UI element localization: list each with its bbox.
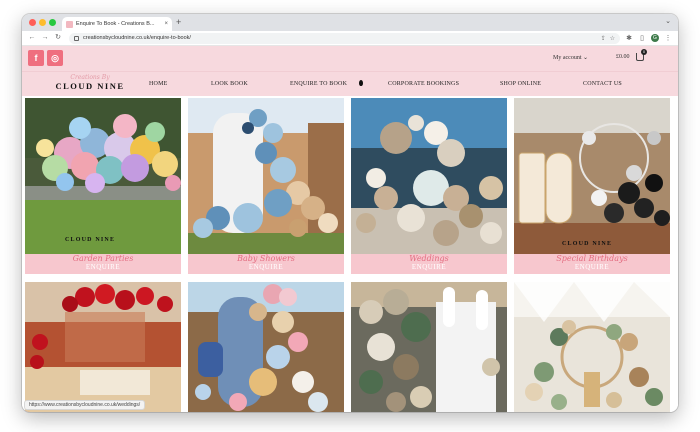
browser-tab[interactable]: Enquire To Book - Creations B... × <box>62 17 172 31</box>
nav-look-book[interactable]: LOOK BOOK <box>211 81 248 87</box>
lock-icon[interactable] <box>74 35 79 41</box>
enquire-link[interactable]: ENQUIRE <box>188 263 344 271</box>
star-icon[interactable]: ☆ <box>610 35 615 42</box>
menu-icon[interactable]: ⋮ <box>664 34 672 42</box>
facebook-icon[interactable]: f <box>28 50 44 66</box>
new-tab-button[interactable]: + <box>176 17 181 28</box>
caption-band: Baby Showers ENQUIRE <box>188 254 344 274</box>
card-row2-2[interactable] <box>188 282 344 412</box>
caption-band: Weddings ENQUIRE <box>351 254 507 274</box>
card-weddings[interactable]: Weddings ENQUIRE <box>351 98 507 274</box>
address-bar[interactable]: creationsbycloudnine.co.uk/enquire-to-bo… <box>69 32 620 44</box>
caption-band: Special Birthdays ENQUIRE <box>514 254 670 274</box>
enquire-link[interactable]: ENQUIRE <box>25 263 181 271</box>
garden-party-photo <box>25 98 181 254</box>
tab-close-icon[interactable]: × <box>164 21 168 27</box>
close-window-button[interactable] <box>29 19 36 26</box>
forward-icon[interactable]: → <box>41 33 49 43</box>
site-logo[interactable]: Creations By CLOUD NINE <box>50 74 130 94</box>
watermark-logo: CLOUD NINE <box>65 237 116 243</box>
card-baby-showers[interactable]: Baby Showers ENQUIRE <box>188 98 344 274</box>
nav-shop-online[interactable]: SHOP ONLINE <box>500 81 541 87</box>
balloon-icon <box>359 80 363 86</box>
bluey-party-photo <box>188 282 344 412</box>
favicon-icon <box>66 20 73 28</box>
logo-wordmark: CLOUD NINE <box>55 81 125 91</box>
maximize-window-button[interactable] <box>49 19 56 26</box>
weddings-photo <box>351 98 507 254</box>
my-account-label: My account <box>553 55 582 61</box>
bouncy-castle-photo <box>351 282 507 412</box>
baby-shower-photo <box>188 98 344 254</box>
special-birthday-photo <box>514 98 670 254</box>
nav-corporate-bookings[interactable]: CORPORATE BOOKINGS <box>388 81 459 87</box>
enquire-link[interactable]: ENQUIRE <box>514 263 670 271</box>
share-icon[interactable]: ⇪ <box>601 35 606 42</box>
instagram-icon[interactable]: ◎ <box>47 50 63 66</box>
cart-total[interactable]: £0.00 <box>616 54 630 60</box>
chevron-down-icon: ⌄ <box>583 55 589 61</box>
cart-count-badge: 0 <box>641 49 647 55</box>
card-special-birthdays[interactable]: CLOUD NINE Special Birthdays ENQUIRE <box>514 98 670 274</box>
tab-strip: Enquire To Book - Creations B... × + ⌄ <box>22 14 678 31</box>
card-row2-1[interactable] <box>25 282 181 412</box>
safari-party-photo <box>514 282 670 412</box>
nav-contact-us[interactable]: CONTACT US <box>583 81 622 87</box>
link-status-bar: https://www.creationsbycloudnine.co.uk/w… <box>24 400 146 410</box>
watermark-logo: CLOUD NINE <box>562 241 613 247</box>
nav-enquire-to-book[interactable]: ENQUIRE TO BOOK <box>290 81 347 87</box>
browser-window: Enquire To Book - Creations B... × + ⌄ ←… <box>22 14 678 412</box>
tab-title: Enquire To Book - Creations B... <box>76 21 155 27</box>
category-grid: CLOUD NINE Garden Parties ENQUIRE Baby S… <box>22 97 678 412</box>
sidebar-icon[interactable]: ▯ <box>638 34 646 42</box>
logo-script: Creations By <box>70 74 110 81</box>
card-row2-3[interactable] <box>351 282 507 412</box>
profile-icon[interactable]: G <box>651 34 659 42</box>
web-page: f ◎ My account ⌄ £0.00 0 Creations By CL… <box>22 46 678 412</box>
card-garden-parties[interactable]: CLOUD NINE Garden Parties ENQUIRE <box>25 98 181 274</box>
my-account-link[interactable]: My account ⌄ <box>553 54 588 61</box>
url-text[interactable]: creationsbycloudnine.co.uk/enquire-to-bo… <box>83 35 597 41</box>
card-row2-4[interactable] <box>514 282 670 412</box>
enquire-link[interactable]: ENQUIRE <box>351 263 507 271</box>
back-icon[interactable]: ← <box>28 33 36 43</box>
nav-home[interactable]: HOME <box>149 81 167 87</box>
reload-icon[interactable]: ↻ <box>54 33 62 43</box>
tab-search-icon[interactable]: ⌄ <box>665 17 671 25</box>
extensions-icon[interactable]: ✱ <box>625 34 633 42</box>
caption-band: Garden Parties ENQUIRE <box>25 254 181 274</box>
minimize-window-button[interactable] <box>39 19 46 26</box>
balloon-bedroom-photo <box>25 282 181 412</box>
main-nav: Creations By CLOUD NINE HOME LOOK BOOK E… <box>22 71 678 96</box>
browser-toolbar: ← → ↻ creationsbycloudnine.co.uk/enquire… <box>22 31 678 46</box>
top-bar: f ◎ My account ⌄ £0.00 0 <box>22 46 678 71</box>
